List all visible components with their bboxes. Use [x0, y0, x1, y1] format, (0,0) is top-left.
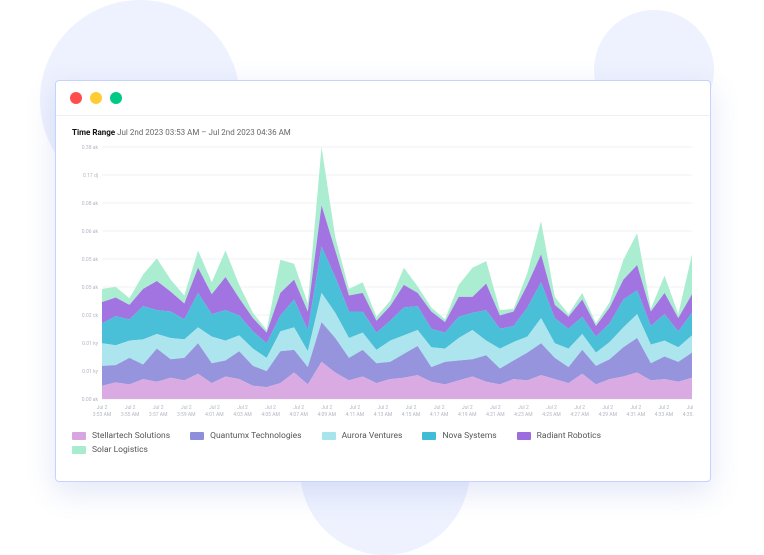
svg-text:Jul 2: Jul 2 — [321, 405, 332, 411]
svg-text:Jul 2: Jul 2 — [687, 405, 694, 411]
legend-label: Solar Logistics — [92, 445, 148, 455]
svg-text:3:53 AM: 3:53 AM — [93, 412, 112, 418]
legend-label: Stellartech Solutions — [92, 431, 170, 441]
svg-text:4:31 AM: 4:31 AM — [627, 412, 646, 418]
legend-item[interactable]: Aurora Ventures — [322, 431, 403, 441]
svg-text:4:05 AM: 4:05 AM — [261, 412, 280, 418]
legend-label: Quantumx Technologies — [210, 431, 301, 441]
svg-text:4:27 AM: 4:27 AM — [570, 412, 589, 418]
svg-text:4:17 AM: 4:17 AM — [430, 412, 449, 418]
legend-label: Aurora Ventures — [342, 431, 403, 441]
svg-text:Jul 2: Jul 2 — [406, 405, 417, 411]
svg-text:4:33 AM: 4:33 AM — [655, 412, 674, 418]
svg-text:Jul 2: Jul 2 — [659, 405, 670, 411]
svg-text:0.08 ak: 0.08 ak — [82, 201, 99, 207]
window-minimize-button[interactable] — [90, 92, 102, 104]
svg-text:0.02 ck: 0.02 ck — [82, 313, 99, 319]
legend-swatch — [190, 432, 204, 440]
svg-text:0.00 ak: 0.00 ak — [82, 397, 99, 403]
svg-text:4:07 AM: 4:07 AM — [289, 412, 308, 418]
svg-text:Jul 2: Jul 2 — [574, 405, 585, 411]
svg-text:4:09 AM: 4:09 AM — [318, 412, 337, 418]
svg-text:4:23 AM: 4:23 AM — [514, 412, 533, 418]
svg-text:Jul 2: Jul 2 — [293, 405, 304, 411]
legend-item[interactable]: Quantumx Technologies — [190, 431, 301, 441]
svg-text:Jul 2: Jul 2 — [265, 405, 276, 411]
svg-text:Jul 2: Jul 2 — [209, 405, 220, 411]
svg-text:0.05 ak: 0.05 ak — [82, 285, 99, 291]
svg-text:4:21 AM: 4:21 AM — [486, 412, 505, 418]
time-range-key: Time Range — [72, 128, 115, 137]
svg-text:4:25 AM: 4:25 AM — [542, 412, 561, 418]
legend-swatch — [72, 432, 86, 440]
svg-text:Jul 2: Jul 2 — [125, 405, 136, 411]
legend-swatch — [517, 432, 531, 440]
svg-text:4:01 AM: 4:01 AM — [205, 412, 224, 418]
svg-text:3:59 AM: 3:59 AM — [177, 412, 196, 418]
legend-item[interactable]: Radiant Robotics — [517, 431, 601, 441]
svg-text:Jul 2: Jul 2 — [349, 405, 360, 411]
svg-text:Jul 2: Jul 2 — [462, 405, 473, 411]
svg-text:Jul 2: Jul 2 — [602, 405, 613, 411]
svg-text:Jul 2: Jul 2 — [518, 405, 529, 411]
svg-text:0.01 ky: 0.01 ky — [82, 369, 99, 375]
legend-item[interactable]: Stellartech Solutions — [72, 431, 170, 441]
legend-item[interactable]: Solar Logistics — [72, 445, 148, 455]
svg-text:4:15 AM: 4:15 AM — [402, 412, 421, 418]
svg-text:4:11 AM: 4:11 AM — [346, 412, 365, 418]
svg-text:4:03 AM: 4:03 AM — [233, 412, 252, 418]
legend-item[interactable]: Nova Systems — [422, 431, 496, 441]
legend-label: Nova Systems — [442, 431, 496, 441]
window-maximize-button[interactable] — [110, 92, 122, 104]
time-range-label: Time Range Jul 2nd 2023 03:53 AM – Jul 2… — [72, 128, 694, 137]
svg-text:4:29 AM: 4:29 AM — [598, 412, 617, 418]
legend-swatch — [72, 446, 86, 454]
chart-legend: Stellartech Solutions Quantumx Technologi… — [72, 431, 694, 455]
svg-text:4:19 AM: 4:19 AM — [458, 412, 477, 418]
stacked-area-chart[interactable]: 0.38 ak 0.17 dj 0.08 ak 0.06 ak 0.05 ak 0.05 … — [72, 143, 694, 421]
window-close-button[interactable] — [70, 92, 82, 104]
svg-text:3:57 AM: 3:57 AM — [149, 412, 168, 418]
legend-label: Radiant Robotics — [537, 431, 601, 441]
svg-text:0.38 ak: 0.38 ak — [82, 145, 99, 151]
svg-text:Jul 2: Jul 2 — [153, 405, 164, 411]
svg-text:Jul 2: Jul 2 — [630, 405, 641, 411]
svg-text:0.05 ak: 0.05 ak — [82, 257, 99, 263]
svg-text:Jul 2: Jul 2 — [237, 405, 248, 411]
window-titlebar — [56, 81, 710, 116]
svg-text:Jul 2: Jul 2 — [490, 405, 501, 411]
legend-swatch — [422, 432, 436, 440]
legend-swatch — [322, 432, 336, 440]
svg-text:Jul 2: Jul 2 — [97, 405, 108, 411]
time-range-value: Jul 2nd 2023 03:53 AM – Jul 2nd 2023 04:… — [117, 128, 291, 137]
svg-text:4:35 AM: 4:35 AM — [683, 412, 694, 418]
svg-text:4:13 AM: 4:13 AM — [374, 412, 393, 418]
svg-text:0.01 ky: 0.01 ky — [82, 341, 99, 347]
svg-text:Jul 2: Jul 2 — [546, 405, 557, 411]
svg-text:3:55 AM: 3:55 AM — [121, 412, 140, 418]
svg-text:Jul 2: Jul 2 — [378, 405, 389, 411]
svg-text:Jul 2: Jul 2 — [434, 405, 445, 411]
app-window: Time Range Jul 2nd 2023 03:53 AM – Jul 2… — [55, 80, 711, 482]
svg-text:0.06 ak: 0.06 ak — [82, 229, 99, 235]
svg-text:0.17 dj: 0.17 dj — [83, 173, 98, 179]
svg-text:Jul 2: Jul 2 — [181, 405, 192, 411]
